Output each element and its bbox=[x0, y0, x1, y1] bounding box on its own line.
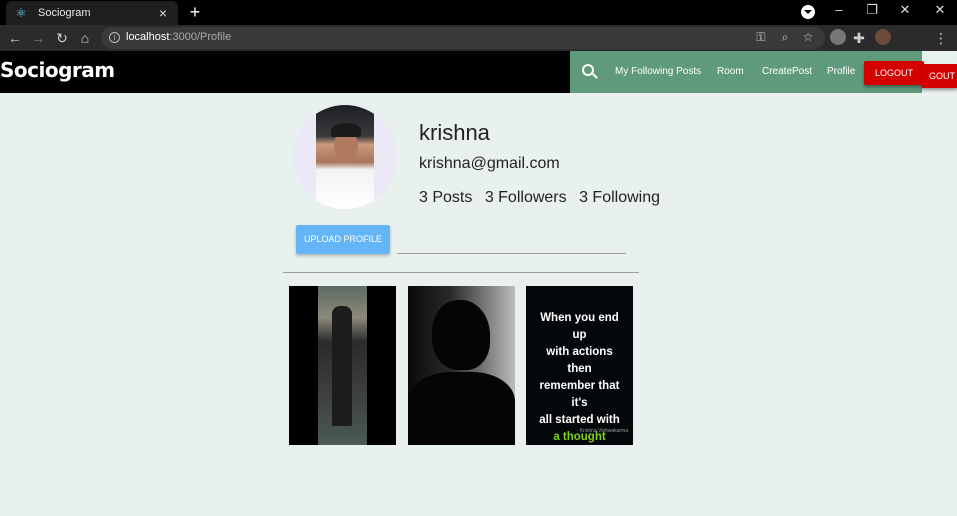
nav-link-profile[interactable]: Profile bbox=[827, 66, 855, 77]
url-text[interactable]: localhost:3000/Profile bbox=[126, 31, 231, 43]
back-icon[interactable]: ← bbox=[6, 29, 24, 47]
address-bar[interactable]: i localhost:3000/Profile ⚿ ⌕ ☆ bbox=[101, 27, 825, 49]
info-icon[interactable]: i bbox=[109, 32, 120, 43]
profile-name: krishna bbox=[419, 120, 490, 145]
window-close-icon[interactable]: ✕ bbox=[895, 2, 915, 18]
search-icon[interactable] bbox=[582, 64, 594, 76]
gallery-post-1[interactable] bbox=[289, 286, 396, 445]
minimize-icon[interactable]: – bbox=[829, 2, 849, 17]
gallery-post-2[interactable] bbox=[408, 286, 515, 445]
logout-button[interactable]: LOGOUT bbox=[864, 61, 924, 85]
close-tab-icon[interactable]: × bbox=[156, 5, 170, 21]
tab-search-icon[interactable] bbox=[801, 5, 815, 19]
profile-hair bbox=[331, 123, 361, 137]
url-host: localhost bbox=[126, 31, 170, 43]
app-navbar: Sociogram My Following Posts Room Create… bbox=[0, 51, 924, 93]
brand-logo[interactable]: Sociogram bbox=[0, 58, 115, 82]
gallery-post-3[interactable]: When you end up with actions then rememb… bbox=[526, 286, 633, 445]
followers-count: 3 Followers bbox=[484, 189, 567, 206]
nav-link-create-post[interactable]: CreatePost bbox=[762, 66, 812, 77]
menu-icon[interactable]: ⋮ bbox=[932, 29, 950, 47]
nav-menu: My Following Posts Room CreatePost Profi… bbox=[570, 51, 924, 93]
restore-icon[interactable]: ❐ bbox=[862, 2, 882, 18]
silhouette-body bbox=[408, 372, 515, 445]
silhouette-head bbox=[432, 300, 490, 370]
nav-link-following-posts[interactable]: My Following Posts bbox=[615, 66, 701, 77]
url-path: :3000/Profile bbox=[169, 31, 232, 43]
file-path-input[interactable] bbox=[397, 236, 626, 254]
upload-profile-button[interactable]: UPLOAD PROFILE bbox=[296, 225, 390, 254]
react-icon: ⚛ bbox=[15, 6, 27, 20]
avatar-icon[interactable] bbox=[875, 29, 891, 45]
quote-line: with actions then bbox=[546, 346, 613, 375]
reload-icon[interactable]: ↻ bbox=[53, 29, 71, 47]
nav-link-room[interactable]: Room bbox=[717, 66, 744, 77]
star-icon[interactable]: ☆ bbox=[800, 30, 816, 44]
profile-stats: 3 Posts 3 Followers 3 Following bbox=[419, 189, 668, 207]
home-icon[interactable]: ⌂ bbox=[76, 29, 94, 47]
quote-line: remember that it's bbox=[539, 380, 620, 409]
quote-author: - Krishna Vishwakarma bbox=[576, 428, 628, 434]
key-icon[interactable]: ⚿ bbox=[753, 30, 769, 45]
quote-line: When you end up bbox=[540, 312, 619, 341]
logout-button-overflow[interactable]: GOUT bbox=[922, 64, 957, 88]
extension-icon[interactable] bbox=[830, 29, 846, 45]
browser-toolbar: ← → ↻ ⌂ i localhost:3000/Profile ⚿ ⌕ ☆ ✚… bbox=[0, 25, 957, 51]
following-count: 3 Following bbox=[579, 189, 661, 206]
browser-tab[interactable]: ⚛ Sociogram × bbox=[6, 1, 178, 25]
new-tab-icon[interactable]: + bbox=[186, 2, 204, 22]
puzzle-icon[interactable]: ✚ bbox=[850, 29, 868, 47]
zoom-icon[interactable]: ⌕ bbox=[777, 30, 793, 45]
posts-count: 3 Posts bbox=[419, 189, 473, 206]
forward-icon[interactable]: → bbox=[29, 29, 47, 47]
profile-email: krishna@gmail.com bbox=[419, 155, 560, 172]
window-close-icon[interactable]: ✕ bbox=[930, 2, 950, 18]
browser-tabstrip: ⚛ Sociogram × + – ❐ ✕ ✕ bbox=[0, 0, 957, 25]
post-figure bbox=[332, 306, 352, 426]
tab-title: Sociogram bbox=[38, 7, 91, 19]
profile-avatar bbox=[293, 105, 397, 209]
divider bbox=[283, 272, 639, 273]
